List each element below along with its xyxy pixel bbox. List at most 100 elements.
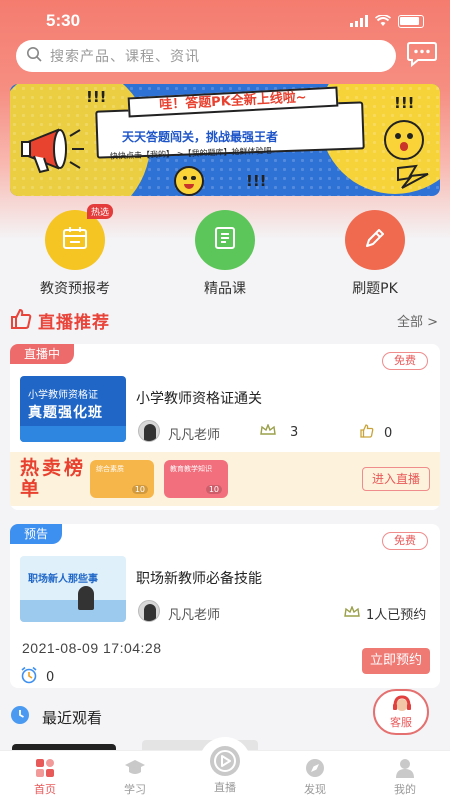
course-title: 小学教师资格证通关 — [136, 391, 262, 407]
play-circle-icon — [190, 745, 260, 777]
surprised-emoji-icon — [384, 120, 424, 160]
teacher-avatar — [138, 420, 160, 442]
live-status-tag: 直播中 — [10, 344, 75, 364]
mini-card-price: 10 — [131, 485, 148, 494]
calendar-icon — [62, 226, 88, 254]
status-icons — [350, 12, 424, 31]
quick-entry-circle — [195, 210, 255, 270]
quick-entry-exam-registration[interactable]: 热选 教资预报考 — [20, 204, 130, 298]
mini-card-price: 10 — [205, 485, 222, 494]
bottom-tab-bar: 首页 学习 直播 发现 我的 — [0, 737, 450, 800]
view-count-value: 3 — [290, 424, 299, 440]
section-title: 直播推荐 — [38, 313, 110, 333]
reminder-count: 0 — [20, 666, 54, 688]
search-input[interactable]: 搜索产品、课程、资讯 — [16, 40, 396, 72]
tab-discover[interactable]: 发现 — [280, 757, 350, 797]
thumbs-up-icon — [360, 424, 374, 442]
mini-product-card[interactable]: 综合素质 10 — [90, 460, 154, 498]
course-thumbnail: 小学教师资格证 真题强化班 — [20, 376, 126, 442]
tab-label: 发现 — [304, 783, 326, 796]
home-icon — [10, 757, 80, 779]
teacher-name: 凡凡老师 — [168, 608, 221, 623]
thumbnail-title: 真题强化班 — [28, 405, 103, 421]
mini-card-label: 教育教学知识 — [170, 465, 212, 473]
megaphone-icon — [20, 120, 90, 184]
view-count: 3 — [260, 423, 299, 440]
hot-badge: 热选 — [86, 204, 113, 219]
graduation-cap-icon — [100, 757, 170, 779]
tab-label: 首页 — [34, 783, 56, 796]
battery-icon — [398, 15, 424, 28]
see-all-link[interactable]: 全部 > — [397, 311, 438, 330]
tab-learn[interactable]: 学习 — [100, 757, 170, 797]
status-bar: 5:30 — [0, 0, 450, 40]
like-count-value: 0 — [384, 425, 393, 441]
course-thumbnail: 职场新人那些事 — [20, 556, 126, 622]
customer-service-label: 客服 — [390, 716, 412, 729]
quick-entry-label: 精品课 — [204, 281, 246, 297]
banner-exclaim: !!! — [86, 88, 107, 106]
banner-exclaim: !!! — [394, 94, 415, 112]
pencil-icon — [363, 226, 387, 254]
recent-section-header: 最近观看 — [10, 706, 102, 728]
reserve-button[interactable]: 立即预约 — [362, 648, 430, 674]
booked-count: 1人已预约 — [344, 604, 426, 623]
quick-entry-premium-course[interactable]: 精品课 — [170, 210, 280, 298]
hot-list-label: 热卖榜单 — [20, 457, 87, 500]
free-badge: 免费 — [382, 352, 428, 370]
tab-home[interactable]: 首页 — [10, 757, 80, 797]
live-course-card[interactable]: 直播中 免费 小学教师资格证 真题强化班 小学教师资格证通关 凡凡老师 3 0 … — [10, 344, 440, 510]
thumbnail-caption: 小学教师资格证 — [28, 390, 98, 401]
quick-entry-circle — [345, 210, 405, 270]
lightning-icon — [396, 164, 430, 194]
crown-icon — [260, 423, 276, 440]
message-button[interactable] — [404, 40, 440, 72]
preview-status-tag: 预告 — [10, 524, 63, 544]
search-placeholder: 搜索产品、课程、资讯 — [50, 49, 200, 65]
signal-icon — [350, 12, 368, 31]
clock-icon — [10, 705, 30, 729]
quick-entry-quiz-pk[interactable]: 刷题PK — [320, 210, 430, 298]
user-icon — [370, 757, 440, 779]
start-time: 2021-08-09 17:04:28 — [22, 640, 162, 656]
alarm-clock-icon — [20, 666, 38, 688]
thumbs-up-icon — [10, 308, 32, 334]
wifi-icon — [375, 12, 391, 31]
section-title: 最近观看 — [42, 708, 103, 727]
tab-profile[interactable]: 我的 — [370, 757, 440, 797]
teacher-name: 凡凡老师 — [168, 428, 221, 443]
chat-bubble-icon — [406, 40, 438, 72]
preview-course-card[interactable]: 预告 免费 职场新人那些事 职场新教师必备技能 凡凡老师 1人已预约 2021-… — [10, 524, 440, 688]
smile-emoji-icon — [174, 166, 204, 196]
status-time: 5:30 — [46, 11, 81, 30]
promo-banner[interactable]: !!! !!! !!! 哇！答题PK全新上线啦~ 天天答题闯关，挑战最强王者 快… — [10, 84, 440, 196]
course-title: 职场新教师必备技能 — [136, 571, 262, 587]
quick-entry-label: 教资预报考 — [40, 281, 110, 297]
tab-label: 直播 — [214, 781, 236, 794]
tab-label: 我的 — [394, 783, 416, 796]
tab-label: 学习 — [124, 783, 146, 796]
quick-entry-circle: 热选 — [45, 204, 113, 270]
tab-live[interactable]: 直播 — [190, 745, 260, 795]
search-icon — [26, 46, 42, 66]
teacher-avatar — [138, 600, 160, 622]
crown-icon — [344, 604, 360, 622]
thumbnail-decor — [20, 600, 126, 622]
compass-icon — [280, 757, 350, 779]
thumbnail-decor — [20, 426, 126, 442]
live-section-header: 直播推荐 全部 > — [0, 304, 450, 334]
banner-exclaim: !!! — [246, 172, 267, 190]
thumbnail-figure — [78, 586, 94, 610]
mini-card-label: 综合素质 — [96, 465, 124, 473]
enter-live-button[interactable]: 进入直播 — [362, 467, 430, 491]
mini-product-card[interactable]: 教育教学知识 10 — [164, 460, 228, 498]
booked-count-value: 1人已预约 — [366, 608, 427, 623]
quick-entry-label: 刷题PK — [352, 281, 398, 297]
customer-service-button[interactable]: 客服 — [373, 689, 429, 735]
banner-subtitle: 天天答题闯关，挑战最强王者 — [122, 130, 279, 144]
book-icon — [213, 226, 237, 254]
like-count: 0 — [360, 424, 392, 442]
thumbnail-title: 职场新人那些事 — [28, 574, 98, 585]
reminder-count-value: 0 — [46, 669, 55, 685]
free-badge: 免费 — [382, 532, 428, 550]
